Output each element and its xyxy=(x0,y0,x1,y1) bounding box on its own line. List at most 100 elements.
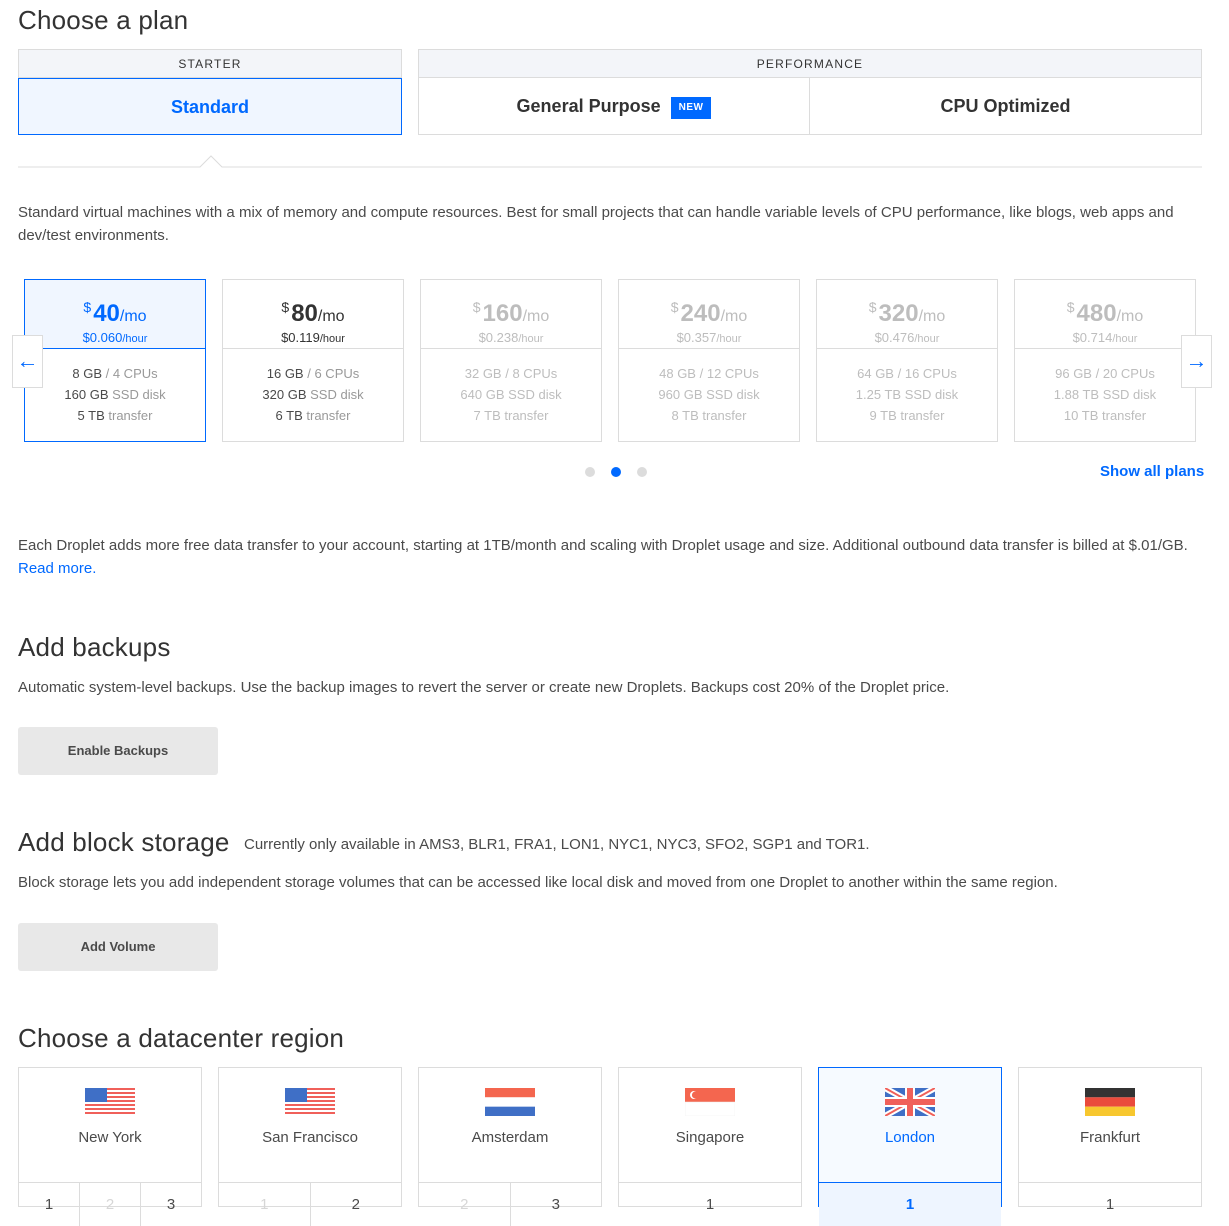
tab-standard[interactable]: Standard xyxy=(18,78,402,135)
spec-memory: 32 GB xyxy=(464,366,502,381)
region-card[interactable]: San Francisco 1 2 xyxy=(218,1067,402,1226)
spec-memory-cpu: 16 GB / 6 CPUs xyxy=(223,363,403,384)
region-card[interactable]: Frankfurt 1 xyxy=(1018,1067,1202,1213)
hourly-amount: $0.357 xyxy=(676,330,717,345)
transfer-note: Each Droplet adds more free data transfe… xyxy=(18,534,1208,580)
plan-card[interactable]: $160/mo $0.238/hour 32 GB / 8 CPUs 640 GB S… xyxy=(420,279,602,442)
spec-disk: 160 GB SSD disk xyxy=(25,384,205,405)
de-flag-icon xyxy=(1085,1088,1135,1116)
spec-transfer-label: transfer xyxy=(108,408,153,423)
tab-general-purpose-label: General Purpose xyxy=(516,96,661,116)
spec-disk-label: SSD disk xyxy=(112,387,166,402)
enable-backups-button[interactable]: Enable Backups xyxy=(18,727,218,775)
plan-hourly-price: $0.476/hour xyxy=(817,330,997,347)
spec-memory: 96 GB xyxy=(1055,366,1092,381)
performance-group-label: PERFORMANCE xyxy=(419,50,1201,78)
spec-transfer-size: 10 TB xyxy=(1063,408,1099,423)
add-volume-button[interactable]: Add Volume xyxy=(18,923,218,971)
spec-memory: 8 GB xyxy=(72,366,102,381)
hourly-amount: $0.119 xyxy=(281,330,320,345)
price-amount: 80 xyxy=(291,300,318,327)
show-all-plans-link[interactable]: Show all plans xyxy=(1100,463,1204,480)
plan-section-title: Choose a plan xyxy=(18,5,189,35)
region-header: London xyxy=(819,1088,1001,1183)
tab-cpu-optimized[interactable]: CPU Optimized xyxy=(810,78,1201,135)
hourly-amount: $0.060 xyxy=(82,330,123,345)
spec-transfer-label: transfer xyxy=(702,408,747,423)
carousel-next-button[interactable]: → xyxy=(1181,335,1212,388)
plan-specs: 48 GB / 12 CPUs 960 GB SSD disk 8 TB trans… xyxy=(619,349,799,426)
plan-card[interactable]: $80/mo $0.119/hour 16 GB / 6 CPUs 320 GB SS… xyxy=(222,279,404,442)
spec-disk-label: SSD disk xyxy=(706,387,760,402)
region-card[interactable]: Amsterdam 2 3 xyxy=(418,1067,602,1226)
spec-cpus: / 4 CPUs xyxy=(105,366,158,381)
plan-monthly-price: $160/mo xyxy=(421,294,601,330)
price-amount: 40 xyxy=(93,300,120,327)
plan-specs: 32 GB / 8 CPUs 640 GB SSD disk 7 TB transf… xyxy=(421,349,601,426)
region-name: New York xyxy=(78,1129,142,1146)
arrow-right-icon: → xyxy=(1185,348,1208,373)
region-name: Amsterdam xyxy=(471,1129,549,1146)
spec-disk-label: SSD disk xyxy=(1102,387,1157,402)
us-flag-icon xyxy=(285,1088,335,1116)
spec-transfer-label: transfer xyxy=(306,408,351,423)
region-name: San Francisco xyxy=(262,1129,358,1146)
hourly-amount: $0.714 xyxy=(1072,330,1113,345)
spec-cpus: / 8 CPUs xyxy=(505,366,558,381)
starter-group-label: STARTER xyxy=(19,50,401,78)
spec-memory-cpu: 64 GB / 16 CPUs xyxy=(817,363,997,384)
backups-description: Automatic system-level backups. Use the … xyxy=(18,679,950,696)
carousel-prev-button[interactable]: ← xyxy=(12,335,43,388)
spec-transfer: 6 TB transfer xyxy=(223,405,403,426)
spec-disk: 960 GB SSD disk xyxy=(619,384,799,405)
nl-flag-icon xyxy=(485,1088,535,1116)
spec-disk-label: SSD disk xyxy=(904,387,959,402)
carousel-dot-2[interactable] xyxy=(611,467,621,477)
backups-title: Add backups xyxy=(18,632,171,662)
spec-transfer-size: 8 TB xyxy=(671,408,699,423)
hourly-period: /hour xyxy=(319,333,345,345)
region-header: Frankfurt xyxy=(1019,1088,1201,1183)
plan-monthly-price: $320/mo xyxy=(817,294,997,330)
spec-memory-cpu: 48 GB / 12 CPUs xyxy=(619,363,799,384)
block-storage-availability: Currently only available in AMS3, BLR1, … xyxy=(244,836,870,853)
read-more-link[interactable]: Read more. xyxy=(18,560,96,577)
region-card[interactable]: London 1 xyxy=(818,1067,1002,1226)
transfer-note-text: Each Droplet adds more free data transfe… xyxy=(18,537,1188,554)
us-flag-icon xyxy=(85,1088,135,1116)
spec-transfer-label: transfer xyxy=(1102,408,1147,423)
hourly-amount: $0.238 xyxy=(478,330,519,345)
spec-disk-size: 1.88 TB xyxy=(1053,387,1100,402)
hourly-period: /hour xyxy=(518,333,544,345)
region-header: San Francisco xyxy=(219,1088,401,1183)
spec-transfer-size: 7 TB xyxy=(473,408,501,423)
plan-specs: 96 GB / 20 CPUs 1.88 TB SSD disk 10 TB tra… xyxy=(1015,349,1195,426)
currency-symbol: $ xyxy=(670,299,679,315)
spec-transfer-size: 9 TB xyxy=(869,408,897,423)
carousel-dot-3[interactable] xyxy=(637,467,647,477)
currency-symbol: $ xyxy=(868,299,877,315)
plan-card[interactable]: $320/mo $0.476/hour 64 GB / 16 CPUs 1.25 TB… xyxy=(816,279,998,442)
spec-disk-size: 160 GB xyxy=(64,387,109,402)
region-name: Frankfurt xyxy=(1079,1129,1140,1146)
plan-hourly-price: $0.238/hour xyxy=(421,330,601,347)
hourly-period: /hour xyxy=(914,333,940,345)
plan-hourly-price: $0.060/hour xyxy=(25,330,205,347)
region-card[interactable]: New York 1 2 3 xyxy=(18,1067,202,1226)
price-amount: 480 xyxy=(1076,300,1117,327)
plan-card[interactable]: $40/mo $0.060/hour 8 GB / 4 CPUs 160 GB SSD… xyxy=(24,279,206,442)
starter-group: STARTER Standard xyxy=(18,49,402,135)
tab-general-purpose[interactable]: General Purpose NEW xyxy=(419,78,810,135)
plan-card[interactable]: $240/mo $0.357/hour 48 GB / 12 CPUs 960 GB … xyxy=(618,279,800,442)
plan-card-price-area: $40/mo $0.060/hour xyxy=(25,280,205,349)
plan-card[interactable]: $480/mo $0.714/hour 96 GB / 20 CPUs 1.88 TB… xyxy=(1014,279,1196,442)
carousel-dot-1[interactable] xyxy=(585,467,595,477)
price-amount: 240 xyxy=(680,300,721,327)
plan-monthly-price: $480/mo xyxy=(1015,294,1195,330)
new-badge: NEW xyxy=(670,97,712,119)
spec-disk: 1.25 TB SSD disk xyxy=(817,384,997,405)
spec-disk: 320 GB SSD disk xyxy=(223,384,403,405)
block-storage-title: Add block storage xyxy=(18,827,230,857)
region-card[interactable]: Singapore 1 xyxy=(618,1067,802,1213)
spec-transfer: 9 TB transfer xyxy=(817,405,997,426)
